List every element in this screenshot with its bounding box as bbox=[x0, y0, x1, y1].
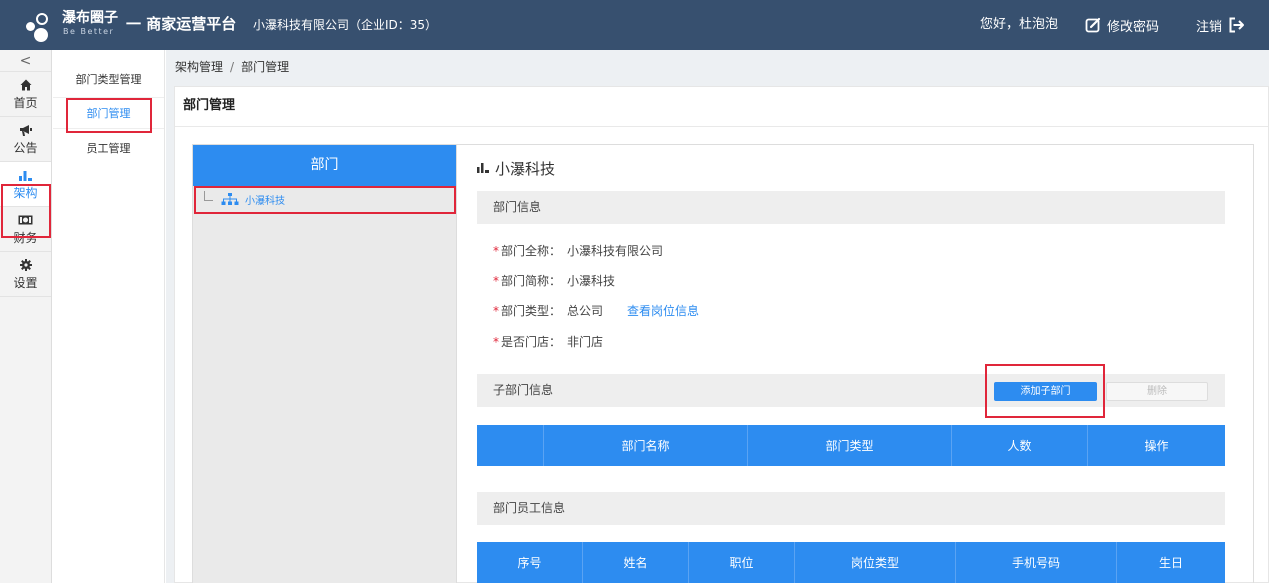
bar-chart-icon bbox=[19, 168, 32, 183]
top-header: 瀑布圈子 Be Better 一 商家运营平台 小瀑科技有限公司（企业ID：35… bbox=[0, 0, 1269, 50]
dept-panel: 部门管理 部门 小瀑科技 小瀑科技 部门信息 * 部门全称： 小瀑科技有限公司 … bbox=[174, 86, 1269, 583]
nav-label-notice: 公告 bbox=[13, 140, 38, 155]
collapse-nav-button[interactable]: < bbox=[0, 50, 51, 72]
staff-table-header: 序号 姓名 职位 岗位类型 手机号码 生日 bbox=[477, 542, 1225, 583]
breadcrumb: 架构管理 / 部门管理 bbox=[175, 50, 289, 85]
dept-title: 小瀑科技 bbox=[477, 157, 555, 179]
add-sub-dept-button[interactable]: 添加子部门 bbox=[994, 382, 1097, 401]
logout-icon bbox=[1229, 17, 1245, 33]
field-full-name-label: 部门全称： bbox=[501, 244, 562, 258]
bar-chart-icon bbox=[477, 163, 489, 173]
nav-item-home[interactable]: 首页 bbox=[0, 72, 51, 117]
breadcrumb-separator: / bbox=[230, 60, 235, 74]
tree-node-xiaopu[interactable]: 小瀑科技 bbox=[193, 186, 456, 212]
dept-details: 小瀑科技 部门信息 * 部门全称： 小瀑科技有限公司 * 部门简称： 小瀑科技 * 部门类… bbox=[477, 145, 1243, 583]
field-is-store: * 是否门店： 非门店 bbox=[493, 332, 603, 352]
tree-connector bbox=[204, 191, 213, 201]
dept-tree-header: 部门 bbox=[193, 145, 456, 186]
logout-button[interactable]: 注销 bbox=[1196, 13, 1245, 37]
col-phone: 手机号码 bbox=[956, 542, 1117, 583]
breadcrumb-parent[interactable]: 架构管理 bbox=[175, 60, 223, 74]
user-greeting: 您好，杜泡泡 bbox=[980, 17, 1059, 32]
view-position-info-link[interactable]: 查看岗位信息 bbox=[627, 304, 699, 318]
section-dept-staff: 部门员工信息 bbox=[477, 492, 1225, 525]
field-dept-type-label: 部门类型： bbox=[501, 304, 562, 318]
field-short-name: * 部门简称： 小瀑科技 bbox=[493, 271, 615, 291]
col-birthday: 生日 bbox=[1158, 556, 1183, 570]
field-short-name-value: 小瀑科技 bbox=[567, 274, 616, 288]
dept-title-text: 小瀑科技 bbox=[495, 159, 556, 178]
home-icon bbox=[20, 78, 32, 93]
main-nav: < 首页 公告 架构 财务 设置 bbox=[0, 50, 52, 583]
edit-icon bbox=[1085, 17, 1101, 33]
nav-label-structure: 架构 bbox=[13, 185, 38, 200]
nav-label-finance: 财务 bbox=[13, 230, 38, 245]
breadcrumb-current: 部门管理 bbox=[241, 60, 290, 74]
col-dept-type: 部门类型 bbox=[748, 425, 952, 466]
field-short-name-label: 部门简称： bbox=[501, 274, 562, 288]
field-dept-type-value: 总公司 bbox=[567, 304, 604, 318]
col-dept-name: 部门名称 bbox=[544, 425, 748, 466]
sub-item-staff-manage[interactable]: 员工管理 bbox=[53, 129, 164, 169]
page-title: 部门管理 bbox=[175, 87, 1268, 127]
company-info: 小瀑科技有限公司（企业ID：35） bbox=[253, 18, 438, 32]
tree-node-label: 小瀑科技 bbox=[245, 195, 285, 207]
col-actions: 操作 bbox=[1144, 439, 1169, 453]
required-mark: * bbox=[493, 274, 499, 288]
brand-logo-icon bbox=[24, 8, 60, 42]
megaphone-icon bbox=[19, 123, 33, 138]
required-mark: * bbox=[493, 244, 499, 258]
dept-workspace: 部门 小瀑科技 小瀑科技 部门信息 * 部门全称： 小瀑科技有限公司 * 部门简… bbox=[192, 144, 1254, 583]
brand-slogan: Be Better bbox=[63, 27, 115, 36]
col-name: 姓名 bbox=[583, 542, 689, 583]
delete-button[interactable]: 删除 bbox=[1106, 382, 1208, 401]
brand-name: 瀑布圈子 bbox=[62, 10, 118, 26]
section-dept-info: 部门信息 bbox=[477, 191, 1225, 224]
dept-tree: 部门 小瀑科技 bbox=[193, 145, 457, 583]
col-checkbox bbox=[477, 425, 544, 466]
nav-label-settings: 设置 bbox=[13, 275, 38, 290]
nav-item-structure[interactable]: 架构 bbox=[0, 162, 51, 207]
platform-title: 一 商家运营平台 bbox=[126, 15, 237, 33]
col-index: 序号 bbox=[477, 542, 583, 583]
field-is-store-label: 是否门店： bbox=[501, 335, 562, 349]
sub-menu: 部门类型管理 部门管理 员工管理 bbox=[53, 50, 165, 583]
main-content: 架构管理 / 部门管理 部门管理 部门 小瀑科技 小瀑科技 部门信息 * 部门全… bbox=[166, 50, 1269, 583]
field-is-store-value: 非门店 bbox=[567, 335, 604, 349]
col-title: 职位 bbox=[689, 542, 795, 583]
nav-item-settings[interactable]: 设置 bbox=[0, 252, 51, 297]
change-password-label: 修改密码 bbox=[1107, 19, 1160, 35]
gear-icon bbox=[19, 258, 32, 273]
required-mark: * bbox=[493, 304, 499, 318]
col-position-type: 岗位类型 bbox=[795, 542, 956, 583]
sub-item-dept-type[interactable]: 部门类型管理 bbox=[53, 50, 164, 98]
logout-label: 注销 bbox=[1196, 19, 1223, 35]
money-icon bbox=[18, 213, 33, 228]
org-tree-icon bbox=[221, 193, 239, 205]
field-full-name-value: 小瀑科技有限公司 bbox=[567, 244, 664, 258]
col-headcount: 人数 bbox=[952, 425, 1088, 466]
sub-item-dept-manage[interactable]: 部门管理 bbox=[53, 98, 164, 129]
nav-item-finance[interactable]: 财务 bbox=[0, 207, 51, 252]
sub-dept-table-header: 部门名称 部门类型 人数 操作 bbox=[477, 425, 1225, 466]
field-dept-type: * 部门类型： 总公司 查看岗位信息 bbox=[493, 301, 699, 321]
required-mark: * bbox=[493, 335, 499, 349]
nav-item-notice[interactable]: 公告 bbox=[0, 117, 51, 162]
change-password-button[interactable]: 修改密码 bbox=[1085, 13, 1159, 37]
nav-label-home: 首页 bbox=[13, 95, 38, 110]
field-full-name: * 部门全称： 小瀑科技有限公司 bbox=[493, 241, 663, 261]
